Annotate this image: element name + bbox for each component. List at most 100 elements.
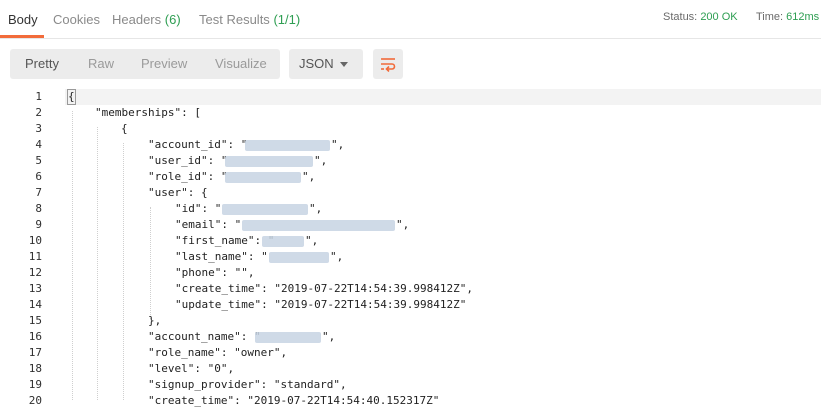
- code-text: "phone": "",: [175, 266, 255, 279]
- raw-button[interactable]: Raw: [88, 56, 114, 71]
- line-number: 3: [35, 122, 42, 135]
- code-text: "email": ": [175, 218, 242, 231]
- code-text: "user": {: [148, 186, 208, 199]
- line-number: 14: [28, 298, 42, 311]
- tab-headers-label: Headers: [112, 12, 162, 27]
- code-text: {: [121, 122, 128, 135]
- line-number: 20: [28, 394, 42, 407]
- tab-test-results-count: (1/1): [273, 12, 301, 27]
- code-text: "update_time": "2019-07-22T14:54:39.9984…: [175, 298, 467, 311]
- tab-headers[interactable]: Headers (6): [112, 12, 181, 27]
- tab-headers-count: (6): [164, 12, 181, 27]
- tab-body[interactable]: Body: [8, 12, 38, 27]
- tab-body-label: Body: [8, 12, 38, 27]
- line-number: 13: [28, 282, 42, 295]
- code-line: 17 "role_name": "owner",: [0, 345, 821, 361]
- code-line: 2 "memberships": [: [0, 105, 821, 121]
- response-body-editor[interactable]: 1 { 2 "memberships": [ 3 { 4 "account_id…: [0, 89, 821, 407]
- line-number: 19: [28, 378, 42, 391]
- pretty-button[interactable]: Pretty: [25, 56, 59, 71]
- line-number: 15: [28, 314, 42, 327]
- code-text-tail: ",: [302, 170, 316, 183]
- code-line: 4 "account_id": " ",: [0, 137, 821, 153]
- body-toolbar: Pretty Raw Preview Visualize JSON: [0, 39, 821, 89]
- redacted-value: [242, 220, 395, 231]
- code-text: },: [148, 314, 162, 327]
- code-line: 12 "phone": "",: [0, 265, 821, 281]
- line-number: 5: [35, 154, 42, 167]
- line-number: 16: [28, 330, 42, 343]
- code-line: 16 "account_name": " ",: [0, 329, 821, 345]
- code-line: 19 "signup_provider": "standard",: [0, 377, 821, 393]
- code-text: "level": "0",: [148, 362, 235, 375]
- code-line: 3 {: [0, 121, 821, 137]
- code-text: "memberships": [: [95, 106, 201, 119]
- code-line: 20 "create_time": "2019-07-22T14:54:40.1…: [0, 393, 821, 409]
- redacted-value: [255, 332, 321, 343]
- code-text-tail: ",: [331, 138, 345, 151]
- line-number: 2: [35, 106, 42, 119]
- active-line-highlight: [65, 89, 821, 105]
- active-tab-indicator: [0, 35, 44, 38]
- code-line: 5 "user_id": " ",: [0, 153, 821, 169]
- redacted-value: [225, 156, 313, 167]
- format-select-value: JSON: [299, 56, 334, 71]
- code-text-tail: ",: [305, 234, 319, 247]
- line-number: 12: [28, 266, 42, 279]
- line-number: 11: [28, 250, 42, 263]
- visualize-button[interactable]: Visualize: [215, 56, 267, 71]
- code-text-tail: ",: [309, 202, 323, 215]
- code-text: "id": ": [175, 202, 222, 215]
- code-text: {: [67, 89, 76, 105]
- response-tabs-bar: Body Cookies Headers (6) Test Results (1…: [0, 0, 821, 39]
- code-text: "create_time": "2019-07-22T14:54:39.9984…: [175, 282, 474, 295]
- line-number: 8: [35, 202, 42, 215]
- redacted-value: [269, 252, 329, 263]
- code-line: 10 "first_name": " ",: [0, 233, 821, 249]
- code-line: 9 "email": " ",: [0, 217, 821, 233]
- code-text: "role_name": "owner",: [148, 346, 288, 359]
- code-text-tail: ",: [314, 154, 328, 167]
- code-text: "role_id": ": [148, 170, 228, 183]
- tab-cookies-label: Cookies: [53, 12, 100, 27]
- code-line: 15 },: [0, 313, 821, 329]
- redacted-value: [225, 172, 301, 183]
- status-label: Status:: [663, 11, 698, 23]
- code-text: "user_id": ": [148, 154, 228, 167]
- format-select[interactable]: JSON: [289, 49, 363, 79]
- redacted-value: [262, 236, 304, 247]
- line-number: 4: [35, 138, 42, 151]
- wrap-lines-button[interactable]: [373, 49, 403, 79]
- code-text-tail: ",: [330, 250, 344, 263]
- response-status: Status: 200 OK: [663, 11, 738, 23]
- redacted-value: [222, 204, 308, 215]
- line-number: 6: [35, 170, 42, 183]
- response-time: Time: 612ms: [756, 11, 819, 23]
- time-label: Time:: [756, 11, 784, 23]
- line-number: 17: [28, 346, 42, 359]
- code-text: "account_name": ": [148, 330, 261, 343]
- code-line: 11 "last_name": " ",: [0, 249, 821, 265]
- line-number: 7: [35, 186, 42, 199]
- code-line: 13 "create_time": "2019-07-22T14:54:39.9…: [0, 281, 821, 297]
- code-line: 8 "id": " ",: [0, 201, 821, 217]
- view-mode-group: Pretty Raw Preview Visualize: [10, 49, 280, 79]
- status-value[interactable]: 200 OK: [700, 11, 737, 23]
- code-text: "create_time": "2019-07-22T14:54:40.1523…: [148, 394, 440, 407]
- time-value[interactable]: 612ms: [786, 11, 819, 23]
- tab-cookies[interactable]: Cookies: [53, 12, 100, 27]
- code-line: 1 {: [0, 89, 821, 105]
- code-text: "signup_provider": "standard",: [148, 378, 347, 391]
- line-number: 1: [35, 90, 42, 103]
- preview-button[interactable]: Preview: [141, 56, 187, 71]
- tab-test-results[interactable]: Test Results (1/1): [199, 12, 300, 27]
- redacted-value: [245, 140, 330, 151]
- chevron-down-icon: [340, 62, 348, 67]
- code-text: "account_id": ": [148, 138, 248, 151]
- code-line: 18 "level": "0",: [0, 361, 821, 377]
- code-text-tail: ",: [396, 218, 410, 231]
- code-line: 7 "user": {: [0, 185, 821, 201]
- code-line: 6 "role_id": " ",: [0, 169, 821, 185]
- code-text: "last_name": ": [175, 250, 268, 263]
- line-number: 18: [28, 362, 42, 375]
